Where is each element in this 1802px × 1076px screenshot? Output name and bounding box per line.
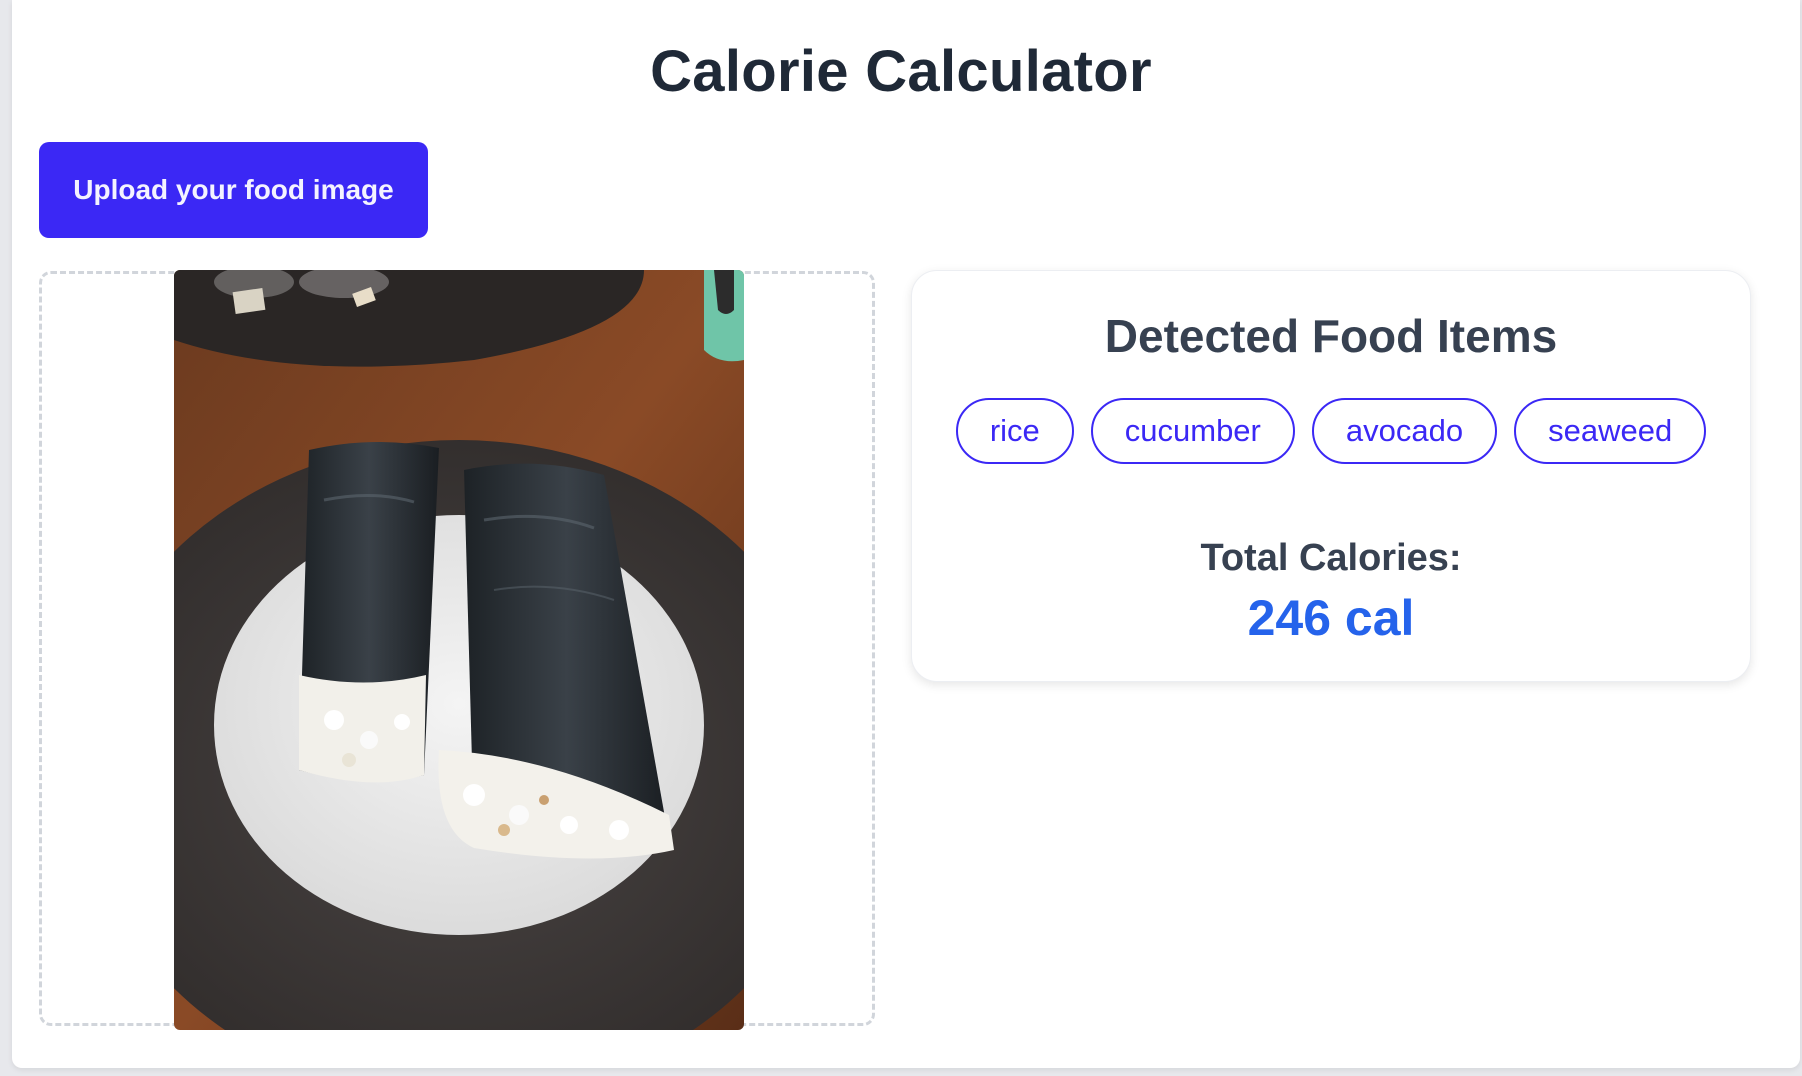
food-tag-seaweed[interactable]: seaweed [1514, 398, 1707, 464]
food-photo [174, 270, 744, 1030]
page-title: Calorie Calculator [650, 39, 1152, 104]
upload-food-image-button[interactable]: Upload your food image [39, 142, 428, 238]
total-calories-value: 246 cal [1247, 590, 1415, 646]
detected-items-card: Detected Food Items rice cucumber avocad… [911, 270, 1751, 682]
food-tag-avocado[interactable]: avocado [1311, 398, 1498, 464]
total-calories-label: Total Calories: [1200, 537, 1462, 579]
food-tag-cucumber[interactable]: cucumber [1090, 398, 1295, 464]
detected-items-heading: Detected Food Items [1104, 310, 1558, 362]
food-tag-rice[interactable]: rice [955, 398, 1074, 464]
food-tag-list: rice cucumber avocado seaweed [912, 398, 1750, 464]
